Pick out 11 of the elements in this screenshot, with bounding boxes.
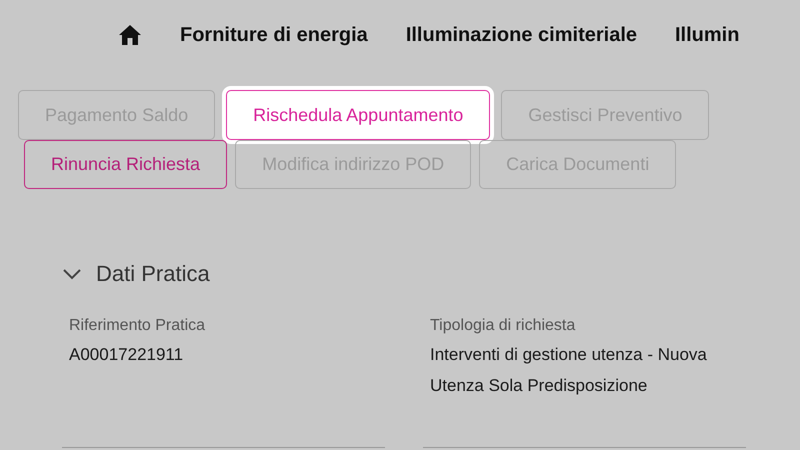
field-label: Riferimento Pratica (69, 317, 206, 335)
nav-link[interactable]: Forniture di energia (180, 24, 368, 46)
nav-link[interactable]: Illumin (675, 24, 740, 46)
section-title: Dati Pratica (96, 261, 210, 287)
field-value: A00017221911 (69, 344, 184, 366)
chevron-icon[interactable] (62, 268, 82, 280)
field-value: Interventi di gestione utenza - Nuova Utenza Sola Predisposizione (430, 344, 708, 397)
nav-link[interactable]: Illuminazione cimiteriale (406, 24, 637, 46)
home-icon[interactable] (118, 24, 142, 46)
action-button[interactable]: Rinuncia Richiesta (24, 140, 228, 189)
field-label: Tipologia di richiesta (430, 317, 576, 335)
